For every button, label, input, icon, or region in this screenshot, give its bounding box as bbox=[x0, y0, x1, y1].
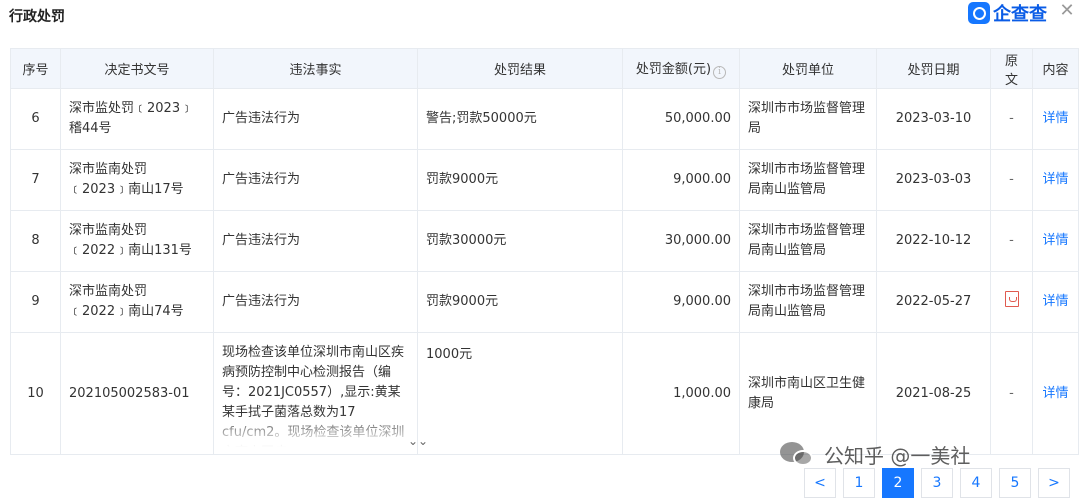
penalty-table: 序号 决定书文号 违法事实 处罚结果 处罚金额(元) i 处罚单位 处罚日期 原文… bbox=[10, 48, 1079, 455]
row-result: 罚款9000元 bbox=[417, 149, 623, 211]
detail-link[interactable]: 详情 bbox=[1032, 210, 1079, 272]
row-doc-number: 202105002583-01 bbox=[60, 332, 214, 455]
row-result: 罚款30000元 bbox=[417, 210, 623, 272]
row-unit: 深圳市市场监督管理局南山监管局 bbox=[739, 271, 877, 333]
brand-logo-icon bbox=[968, 2, 990, 24]
page-button-4[interactable]: 4 bbox=[960, 468, 992, 498]
row-facts: 广告违法行为 bbox=[213, 210, 418, 272]
row-no: 10 bbox=[10, 332, 61, 455]
row-original: - bbox=[990, 210, 1033, 272]
row-unit: 深圳市南山区卫生健康局 bbox=[739, 332, 877, 455]
pdf-icon[interactable] bbox=[1004, 290, 1019, 307]
column-header-date: 处罚日期 bbox=[876, 48, 991, 89]
row-doc-number: 深市监南处罚﹝2023﹞南山17号 bbox=[60, 149, 214, 211]
watermark: 公知乎 @一美社 bbox=[780, 440, 970, 469]
row-unit: 深圳市市场监督管理局 bbox=[739, 88, 877, 150]
column-header-amount: 处罚金额(元) i bbox=[622, 48, 740, 89]
row-unit: 深圳市市场监督管理局南山监管局 bbox=[739, 149, 877, 211]
table-row: 9 深市监南处罚﹝2022﹞南山74号 广告违法行为 罚款9000元 9,000… bbox=[10, 271, 1079, 333]
row-no: 7 bbox=[10, 149, 61, 211]
table-row: 10 202105002583-01 现场检查该单位深圳市南山区疾病预防控制中心… bbox=[10, 332, 1079, 455]
detail-link[interactable]: 详情 bbox=[1032, 332, 1079, 455]
row-amount: 9,000.00 bbox=[622, 271, 740, 333]
row-date: 2023-03-03 bbox=[876, 149, 991, 211]
row-no: 8 bbox=[10, 210, 61, 272]
close-icon[interactable]: ✕ bbox=[1058, 2, 1076, 20]
column-header-detail: 内容 bbox=[1032, 48, 1079, 89]
detail-link[interactable]: 详情 bbox=[1032, 88, 1079, 150]
row-unit: 深圳市市场监督管理局南山监管局 bbox=[739, 210, 877, 272]
prev-page-button[interactable]: < bbox=[804, 468, 836, 498]
table-row: 6 深市监处罚﹝2023﹞稽44号 广告违法行为 警告;罚款50000元 50,… bbox=[10, 88, 1079, 150]
row-facts: 广告违法行为 bbox=[213, 271, 418, 333]
row-no: 6 bbox=[10, 88, 61, 150]
wechat-icon bbox=[780, 441, 814, 468]
row-doc-number: 深市监南处罚﹝2022﹞南山131号 bbox=[60, 210, 214, 272]
page-button-3[interactable]: 3 bbox=[921, 468, 953, 498]
pagination: < 1 2 3 4 5 > bbox=[804, 468, 1077, 498]
row-date: 2023-03-10 bbox=[876, 88, 991, 150]
table-header-row: 序号 决定书文号 违法事实 处罚结果 处罚金额(元) i 处罚单位 处罚日期 原文… bbox=[10, 48, 1079, 89]
row-facts: 广告违法行为 bbox=[213, 149, 418, 211]
column-header-facts: 违法事实 bbox=[213, 48, 418, 89]
table-row: 8 深市监南处罚﹝2022﹞南山131号 广告违法行为 罚款30000元 30,… bbox=[10, 210, 1079, 272]
row-amount: 1,000.00 bbox=[622, 332, 740, 455]
row-original: - bbox=[990, 88, 1033, 150]
row-doc-number: 深市监处罚﹝2023﹞稽44号 bbox=[60, 88, 214, 150]
column-header-original: 原文 bbox=[990, 48, 1033, 89]
detail-link[interactable]: 详情 bbox=[1032, 149, 1079, 211]
page-button-2[interactable]: 2 bbox=[882, 468, 914, 498]
detail-link[interactable]: 详情 bbox=[1032, 271, 1079, 333]
row-no: 9 bbox=[10, 271, 61, 333]
row-date: 2022-05-27 bbox=[876, 271, 991, 333]
brand-logo: 企查查 bbox=[968, 1, 1047, 25]
column-header-result: 处罚结果 bbox=[417, 48, 623, 89]
row-date: 2021-08-25 bbox=[876, 332, 991, 455]
next-page-button[interactable]: > bbox=[1038, 468, 1070, 498]
row-amount: 9,000.00 bbox=[622, 149, 740, 211]
column-header-unit: 处罚单位 bbox=[739, 48, 877, 89]
row-facts: 广告违法行为 bbox=[213, 88, 418, 150]
row-amount: 50,000.00 bbox=[622, 88, 740, 150]
column-header-doc: 决定书文号 bbox=[60, 48, 214, 89]
row-original: - bbox=[990, 332, 1033, 455]
row-date: 2022-10-12 bbox=[876, 210, 991, 272]
page-button-5[interactable]: 5 bbox=[999, 468, 1031, 498]
brand-name: 企查查 bbox=[993, 4, 1047, 25]
page-button-1[interactable]: 1 bbox=[843, 468, 875, 498]
row-original: - bbox=[990, 149, 1033, 211]
table-row: 7 深市监南处罚﹝2023﹞南山17号 广告违法行为 罚款9000元 9,000… bbox=[10, 149, 1079, 211]
row-result: 罚款9000元 bbox=[417, 271, 623, 333]
page-title: 行政处罚 bbox=[9, 9, 65, 25]
row-result: 1000元 bbox=[417, 332, 623, 455]
row-original bbox=[990, 271, 1033, 333]
watermark-text: 公知乎 @一美社 bbox=[824, 444, 971, 468]
row-amount: 30,000.00 bbox=[622, 210, 740, 272]
expand-icon[interactable]: ⌄⌄ bbox=[408, 434, 428, 448]
info-icon[interactable]: i bbox=[713, 66, 727, 79]
column-header-no: 序号 bbox=[10, 48, 61, 89]
row-facts: 现场检查该单位深圳市南山区疾病预防控制中心检测报告（编号：2021JC0557）… bbox=[213, 332, 418, 455]
row-doc-number: 深市监南处罚﹝2022﹞南山74号 bbox=[60, 271, 214, 333]
row-result: 警告;罚款50000元 bbox=[417, 88, 623, 150]
